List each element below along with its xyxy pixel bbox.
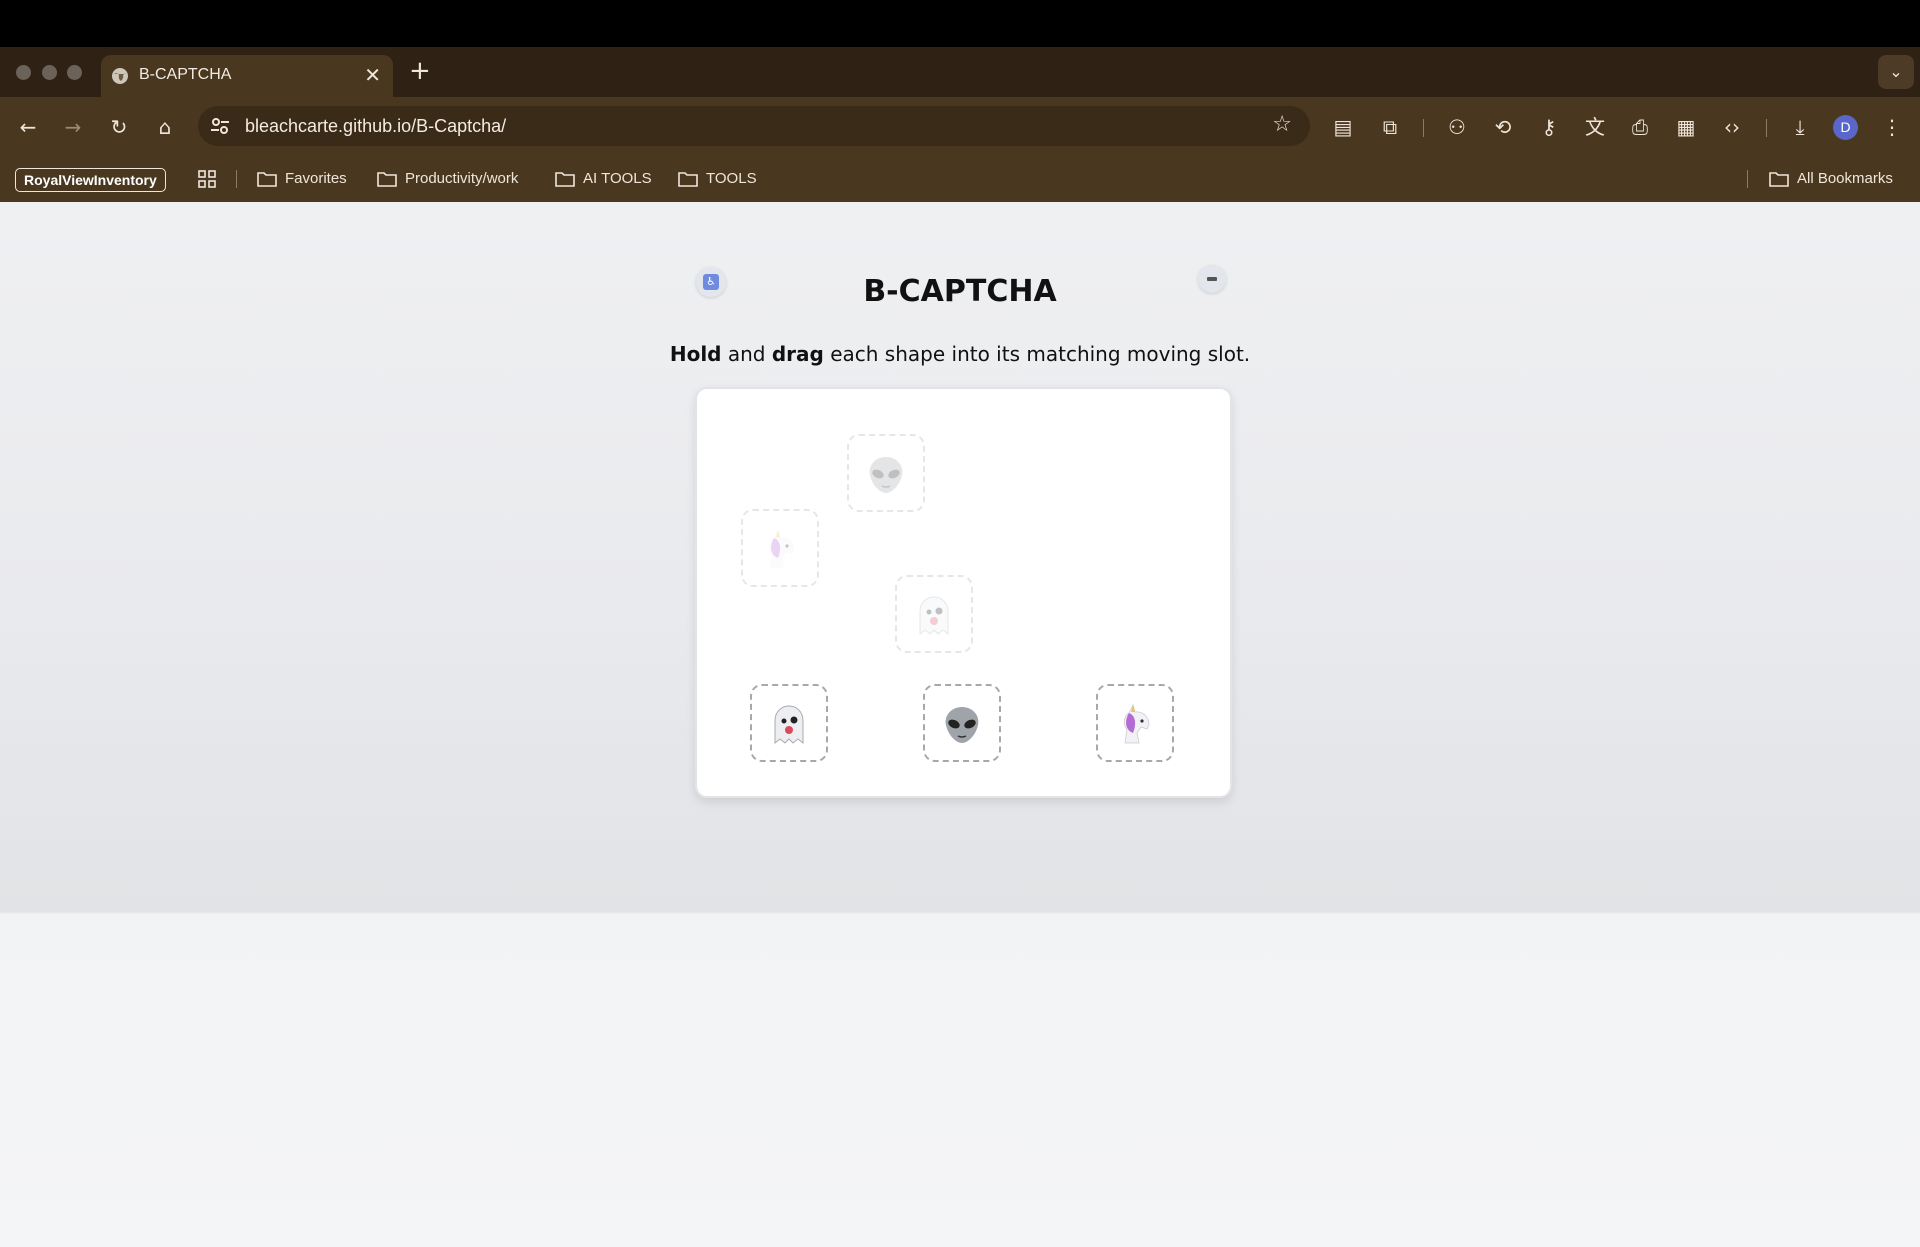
close-tab-icon[interactable]: ✕ xyxy=(364,63,381,87)
instruction-hold: Hold xyxy=(669,342,722,366)
history-icon[interactable]: ⟲ xyxy=(1487,111,1519,143)
back-icon[interactable]: ← xyxy=(12,111,44,143)
bookmark-folder-ai-tools[interactable]: AI TOOLS xyxy=(555,168,652,190)
apps-grid-icon[interactable] xyxy=(198,170,216,188)
downloads-icon[interactable]: ⤓ xyxy=(1784,111,1816,143)
bookmark-folder-favorites[interactable]: Favorites xyxy=(257,168,347,190)
reload-icon[interactable]: ↻ xyxy=(103,111,135,143)
forward-icon[interactable]: → xyxy=(57,111,89,143)
page-content: ♿ B-CAPTCHA Hold and drag each shape int… xyxy=(0,202,1920,1247)
site-settings-icon[interactable] xyxy=(208,114,232,138)
extensions-icon[interactable]: ⧉ xyxy=(1374,111,1406,143)
translate-icon[interactable]: 文 xyxy=(1579,111,1611,143)
incognito-icon[interactable]: ⚇ xyxy=(1441,111,1473,143)
minimize-window-icon[interactable] xyxy=(42,65,57,80)
unicorn-icon xyxy=(769,530,794,568)
close-window-icon[interactable] xyxy=(16,65,31,80)
captcha-board xyxy=(695,387,1232,798)
bookmark-royalviewinventory[interactable]: RoyalViewInventory xyxy=(15,168,166,192)
alien-icon xyxy=(945,707,979,743)
new-tab-icon[interactable]: + xyxy=(409,56,431,86)
instruction-drag: drag xyxy=(771,342,824,366)
bookmarks-bar: RoyalViewInventory Favorites Productivit… xyxy=(0,157,1920,202)
bookmark-label: Favorites xyxy=(285,170,347,187)
bookmark-label: TOOLS xyxy=(706,170,757,187)
folder-icon xyxy=(678,172,698,187)
active-tab[interactable]: B-CAPTCHA ✕ xyxy=(101,55,393,97)
toolbar-divider xyxy=(1766,119,1767,137)
bookmark-star-icon[interactable]: ☆ xyxy=(1272,112,1292,137)
tab-title: B-CAPTCHA xyxy=(139,66,232,83)
slot-unicorn xyxy=(741,509,819,587)
print-icon[interactable]: ⎙ xyxy=(1624,111,1656,143)
folder-icon xyxy=(1769,172,1789,187)
profile-avatar[interactable]: D xyxy=(1833,115,1858,140)
captcha-instructions: Hold and drag each shape into its matchi… xyxy=(0,342,1920,366)
browser-toolbar: ← → ↻ ⌂ bleachcarte.github.io/B-Captcha/… xyxy=(0,97,1920,157)
ghost-icon xyxy=(774,705,804,745)
unicorn-icon xyxy=(1123,703,1150,744)
all-bookmarks-folder[interactable]: All Bookmarks xyxy=(1769,168,1893,190)
os-top-bar xyxy=(0,0,1920,47)
draggable-alien[interactable] xyxy=(923,684,1001,762)
slot-alien xyxy=(847,434,925,512)
bookmark-folder-tools[interactable]: TOOLS xyxy=(678,168,757,190)
bookmark-label: All Bookmarks xyxy=(1797,170,1893,187)
developer-tools-icon[interactable]: ‹› xyxy=(1716,111,1748,143)
instruction-and: and xyxy=(727,342,766,366)
url-text: bleachcarte.github.io/B-Captcha/ xyxy=(245,116,507,136)
bookmark-divider xyxy=(236,170,237,188)
slot-ghost xyxy=(895,575,973,653)
qr-code-icon[interactable]: ▦ xyxy=(1670,111,1702,143)
reading-mode-icon[interactable]: ▤ xyxy=(1327,111,1359,143)
tab-search-chevron-icon[interactable]: ⌄ xyxy=(1878,55,1914,89)
instruction-rest: each shape into its matching moving slot… xyxy=(830,342,1251,366)
ghost-icon xyxy=(919,596,949,636)
alien-icon xyxy=(869,457,903,493)
toolbar-divider xyxy=(1423,119,1424,137)
password-key-icon[interactable]: ⚷ xyxy=(1533,111,1565,143)
home-icon[interactable]: ⌂ xyxy=(149,111,181,143)
captcha-title: B-CAPTCHA xyxy=(863,274,1057,309)
bookmark-divider xyxy=(1747,170,1748,188)
bookmark-label: Productivity/work xyxy=(405,170,519,187)
bookmark-folder-productivity[interactable]: Productivity/work xyxy=(377,168,518,190)
maximize-window-icon[interactable] xyxy=(67,65,82,80)
draggable-ghost[interactable] xyxy=(750,684,828,762)
bookmark-label: AI TOOLS xyxy=(583,170,652,187)
menu-kebab-icon[interactable]: ⋮ xyxy=(1876,111,1908,143)
globe-icon xyxy=(112,68,128,84)
folder-icon xyxy=(555,172,575,187)
folder-icon xyxy=(377,172,397,187)
folder-icon xyxy=(257,172,277,187)
draggable-unicorn[interactable] xyxy=(1096,684,1174,762)
address-bar[interactable]: bleachcarte.github.io/B-Captcha/ ☆ xyxy=(198,106,1310,146)
tab-strip: B-CAPTCHA ✕ + ⌄ xyxy=(0,47,1920,97)
